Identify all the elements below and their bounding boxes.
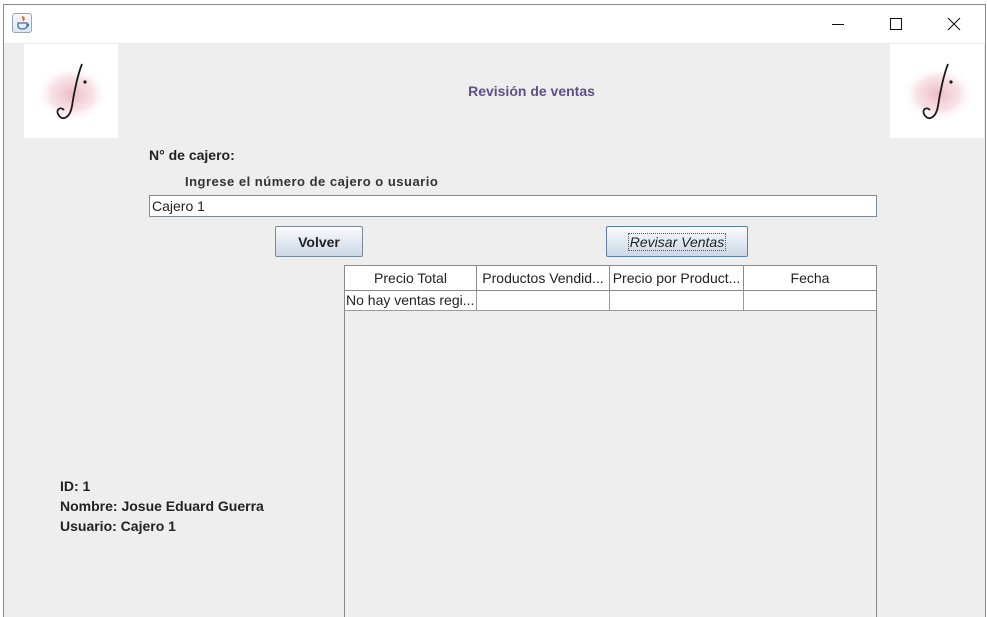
- user-info: ID: 1 Nombre: Josue Eduard Guerra Usuari…: [60, 476, 264, 536]
- maximize-button[interactable]: [867, 5, 925, 43]
- minimize-icon: [832, 24, 844, 25]
- cashier-input[interactable]: Cajero 1: [149, 195, 877, 217]
- user-name: Nombre: Josue Eduard Guerra: [60, 498, 264, 514]
- table-cell[interactable]: [477, 291, 610, 310]
- table-cell[interactable]: No hay ventas regi...: [345, 291, 477, 310]
- close-icon: [947, 17, 961, 31]
- column-header-precio-por-producto[interactable]: Precio por Product...: [610, 266, 744, 290]
- cashier-number-label: N° de cajero:: [149, 147, 235, 163]
- column-header-fecha[interactable]: Fecha: [744, 266, 876, 290]
- user-id: ID: 1: [60, 478, 91, 494]
- title-bar: [4, 5, 985, 43]
- review-sales-button[interactable]: Revisar Ventas: [606, 226, 748, 257]
- table-row[interactable]: No hay ventas regi...: [345, 291, 876, 311]
- back-button-label: Volver: [298, 233, 340, 250]
- sales-table[interactable]: Precio Total Productos Vendid... Precio …: [344, 265, 877, 617]
- column-header-precio-total[interactable]: Precio Total: [345, 266, 477, 290]
- review-sales-button-label: Revisar Ventas: [627, 232, 727, 251]
- table-header: Precio Total Productos Vendid... Precio …: [345, 266, 876, 291]
- table-cell[interactable]: [744, 291, 876, 310]
- back-button[interactable]: Volver: [275, 226, 363, 257]
- logo-image-left: [24, 44, 118, 138]
- java-app-icon[interactable]: [12, 13, 32, 33]
- column-header-productos-vendidos[interactable]: Productos Vendid...: [477, 266, 610, 290]
- minimize-button[interactable]: [809, 5, 867, 43]
- application-window: Revisión de ventas N° de cajero: Ingrese…: [3, 4, 986, 617]
- table-cell[interactable]: [610, 291, 744, 310]
- page-title: Revisión de ventas: [468, 83, 595, 99]
- user-username: Usuario: Cajero 1: [60, 518, 176, 534]
- cashier-hint-label: Ingrese el número de cajero o usuario: [185, 174, 439, 189]
- logo-image-right: [890, 44, 984, 138]
- main-panel: Revisión de ventas N° de cajero: Ingrese…: [4, 43, 985, 617]
- close-button[interactable]: [925, 5, 983, 43]
- maximize-icon: [890, 18, 902, 30]
